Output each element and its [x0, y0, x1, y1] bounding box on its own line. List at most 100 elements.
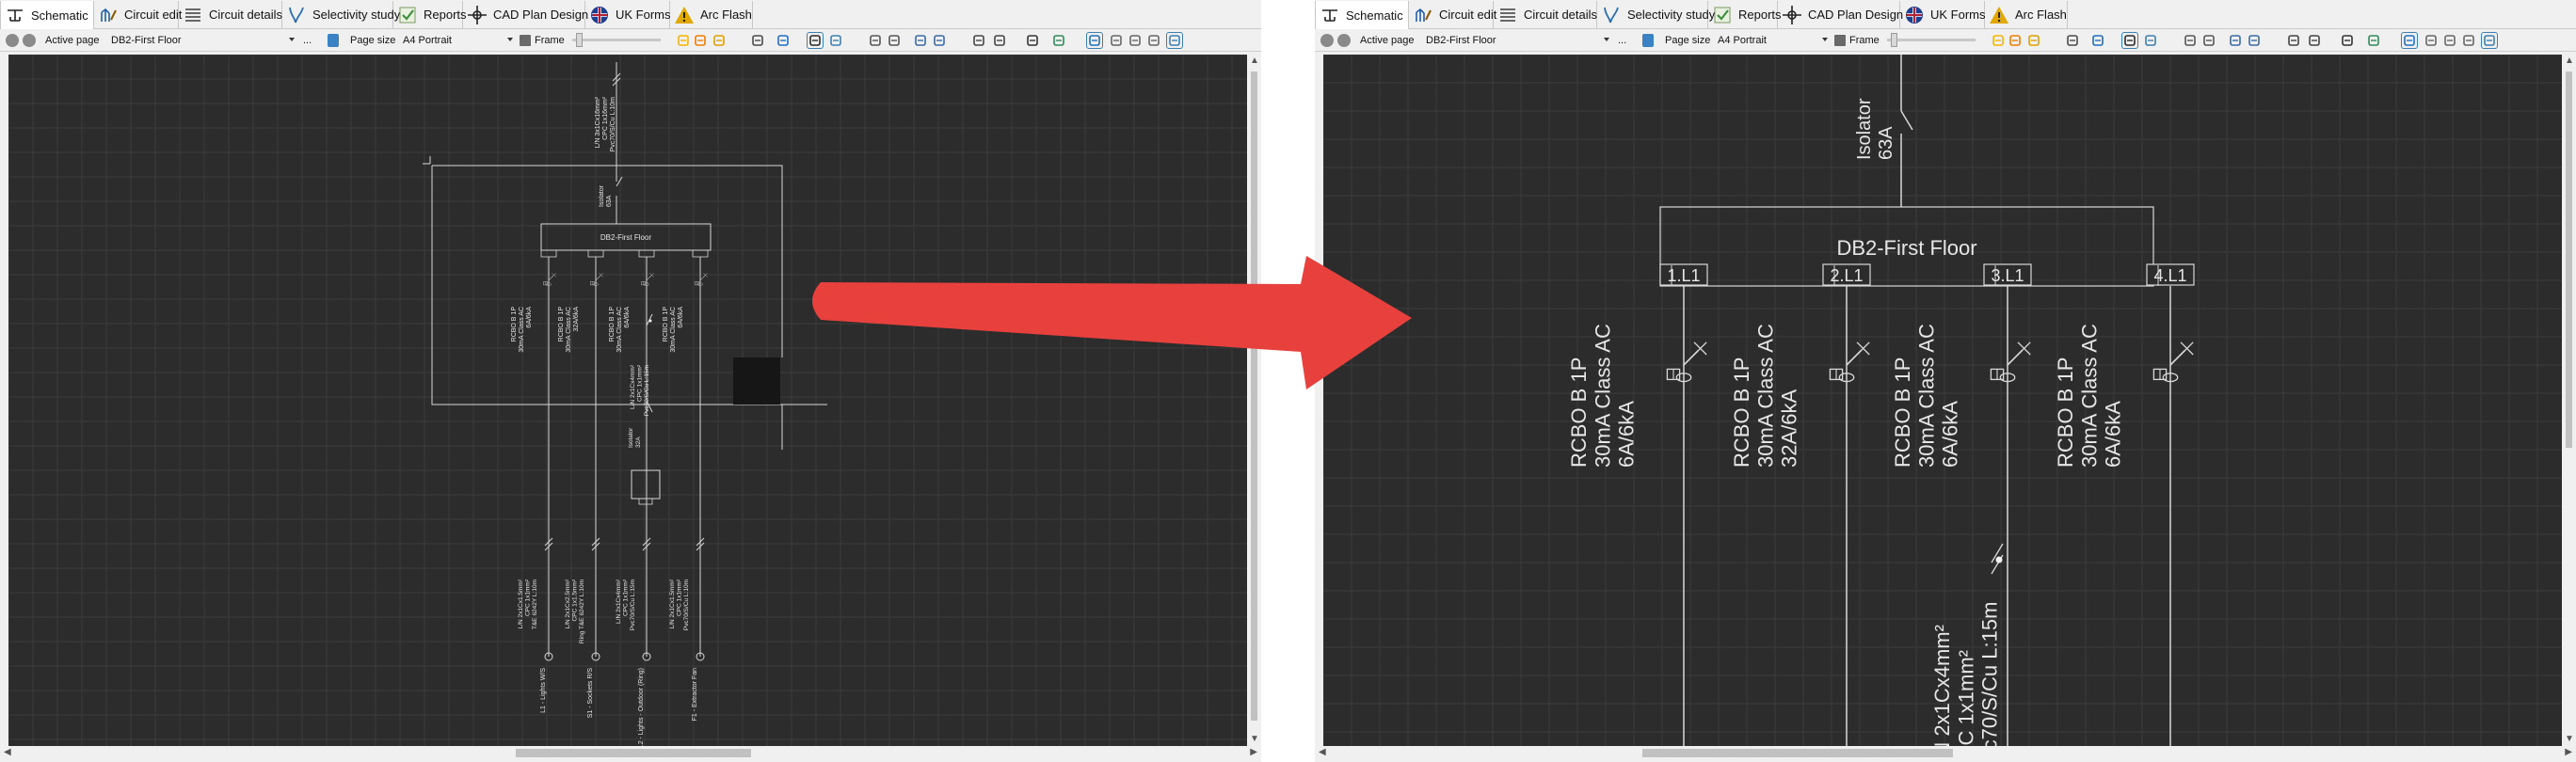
tab-reports[interactable]: Reports [1708, 1, 1782, 28]
save-icon[interactable] [2228, 33, 2243, 48]
active-page-select[interactable]: DB2-First Floor [1423, 32, 1611, 49]
horizontal-scrollbar[interactable]: ◀ ▶ [0, 746, 1261, 760]
refresh-icon[interactable] [776, 33, 791, 48]
print-icon[interactable] [2183, 33, 2198, 48]
tab-uk-forms[interactable]: UK Forms [585, 1, 671, 28]
zoom-slider-track[interactable] [1887, 39, 1976, 41]
scroll-left-icon[interactable]: ◀ [4, 748, 11, 757]
uk-flag-icon [591, 6, 608, 24]
breaker-label: RCBO B 1P 30mA Class AC 32A/6kA [558, 307, 580, 353]
scroll-left-icon[interactable]: ◀ [1319, 748, 1326, 757]
layout-icon[interactable] [1025, 33, 1040, 48]
zoom-window-icon[interactable] [1146, 33, 1161, 48]
zoom-fit-icon[interactable] [1109, 33, 1124, 48]
tab-circuit-edit[interactable]: Circuit edit [1409, 1, 1496, 28]
group-icon[interactable] [992, 33, 1007, 48]
tab-arc-flash[interactable]: Arc Flash [1985, 1, 2068, 28]
vertical-scroll-thumb[interactable] [1251, 71, 1257, 721]
zoom-slider-thumb[interactable] [1891, 33, 1897, 47]
table-icon[interactable] [2143, 33, 2158, 48]
refresh-icon[interactable] [2090, 33, 2105, 48]
select-icon[interactable] [2401, 32, 2418, 49]
zoom-slider-track[interactable] [572, 39, 661, 41]
distribution-board[interactable]: Isolator 63ADB2-First Floor1.L1RCBO B 1P 3… [1567, 55, 2195, 746]
print-preview-icon[interactable] [2201, 33, 2216, 48]
tab-label: Schematic [1346, 8, 1403, 23]
tree-icon[interactable] [2286, 33, 2301, 48]
export-icon[interactable] [932, 33, 947, 48]
zoom-in-icon[interactable] [1128, 33, 1143, 48]
tab-circuit-details[interactable]: Circuit details [179, 1, 282, 28]
page-size-select[interactable]: A4 Portrait [400, 32, 515, 49]
scroll-up-icon[interactable]: ▲ [2565, 56, 2574, 66]
tab-circuit-details[interactable]: Circuit details [1494, 1, 1597, 28]
pen-icon[interactable] [693, 33, 708, 48]
fire-icon[interactable] [712, 33, 727, 48]
page-options-button[interactable]: ... [303, 32, 312, 49]
sub-isolator[interactable]: L/N 2x1Cx4mm² CPC 1x1mm² Pvc70/S/Cu L:15m I… [628, 313, 661, 505]
horizontal-scroll-thumb[interactable] [1642, 749, 1953, 757]
active-page-select[interactable]: DB2-First Floor [108, 32, 296, 49]
table-icon[interactable] [828, 33, 843, 48]
selection-handle[interactable] [733, 357, 780, 405]
scroll-down-icon[interactable]: ▼ [1250, 735, 1259, 744]
back-icon[interactable] [1320, 34, 1334, 47]
print-icon[interactable] [868, 33, 883, 48]
scroll-right-icon[interactable]: ▶ [1250, 748, 1257, 757]
select-icon[interactable] [1086, 32, 1103, 49]
zoom-fit-icon[interactable] [2424, 33, 2439, 48]
page-options-button[interactable]: ... [1618, 32, 1626, 49]
scroll-up-icon[interactable]: ▲ [1250, 56, 1259, 66]
vertical-scrollbar[interactable]: ▲ ▼ [2563, 55, 2575, 746]
export-icon[interactable] [2247, 33, 2262, 48]
forward-icon[interactable] [23, 34, 36, 47]
align-icon[interactable] [807, 32, 824, 49]
tab-schematic[interactable]: Schematic [0, 1, 94, 29]
color-palette-icon[interactable] [1051, 33, 1066, 48]
tab-arc-flash[interactable]: Arc Flash [670, 1, 753, 28]
page-settings-icon[interactable] [1642, 34, 1654, 47]
tab-cad-plan-design[interactable]: CAD Plan Design [463, 1, 588, 28]
tab-schematic[interactable]: Schematic [1315, 1, 1409, 29]
tab-uk-forms[interactable]: UK Forms [1900, 1, 1986, 28]
schematic-canvas[interactable]: Isolator 63A DB2-First Floor 1.L1 RCBO B 1P 3… [1323, 55, 2562, 746]
schematic-overview: L/N 3x1Cx16mm² CPC 1x16mm² Pvc70/S/Cu L:10… [8, 55, 1247, 746]
pen-icon[interactable] [2008, 33, 2023, 48]
grid-icon[interactable] [2481, 32, 2498, 49]
tab-selectivity-study[interactable]: Selectivity study [282, 1, 400, 28]
grid-icon[interactable] [1166, 32, 1183, 49]
zoom-in-icon[interactable] [2442, 33, 2457, 48]
ruler-icon[interactable] [2065, 33, 2080, 48]
zoom-slider-thumb[interactable] [576, 33, 583, 47]
ruler-icon[interactable] [750, 33, 765, 48]
back-icon[interactable] [6, 34, 19, 47]
page-settings-icon[interactable] [328, 34, 339, 47]
forward-icon[interactable] [1337, 34, 1351, 47]
vertical-scroll-thumb[interactable] [2566, 71, 2572, 448]
schematic-canvas[interactable]: L/N 3x1Cx16mm² CPC 1x16mm² Pvc70/S/Cu L:10… [8, 55, 1247, 746]
tab-selectivity-study[interactable]: Selectivity study [1597, 1, 1715, 28]
fire-icon[interactable] [2026, 33, 2041, 48]
zoom-window-icon[interactable] [2461, 33, 2476, 48]
save-icon[interactable] [913, 33, 928, 48]
print-preview-icon[interactable] [887, 33, 902, 48]
page-size-select[interactable]: A4 Portrait [1715, 32, 1830, 49]
group-icon[interactable] [2307, 33, 2322, 48]
pencil-icon[interactable] [1991, 33, 2006, 48]
vertical-scrollbar[interactable]: ▲ ▼ [1248, 55, 1260, 746]
layout-icon[interactable] [2340, 33, 2355, 48]
scroll-down-icon[interactable]: ▼ [2565, 735, 2574, 744]
horizontal-scrollbar[interactable]: ◀ ▶ [1315, 746, 2576, 760]
tab-cad-plan-design[interactable]: CAD Plan Design [1778, 1, 1903, 28]
pencil-icon[interactable] [676, 33, 691, 48]
tab-circuit-edit[interactable]: Circuit edit [94, 1, 182, 28]
scroll-right-icon[interactable]: ▶ [2565, 748, 2572, 757]
tree-icon[interactable] [971, 33, 986, 48]
horizontal-scroll-thumb[interactable] [516, 749, 751, 757]
color-palette-icon[interactable] [2366, 33, 2381, 48]
way-1[interactable]: RCBO B 1P 30mA Class AC 6A/6kA L/N 2x1Cx1.5… [511, 249, 557, 713]
way-2[interactable]: RCBO B 1P 30mA Class AC 32A/6kA L/N 2x1Cx2.… [558, 249, 604, 718]
sub-cable-run[interactable]: L/N 2x1Cx4mm² CPC 1x1mm² Pvc70/S/Cu L:15m [1930, 543, 2004, 746]
tab-reports[interactable]: Reports [393, 1, 467, 28]
align-icon[interactable] [2121, 32, 2138, 49]
